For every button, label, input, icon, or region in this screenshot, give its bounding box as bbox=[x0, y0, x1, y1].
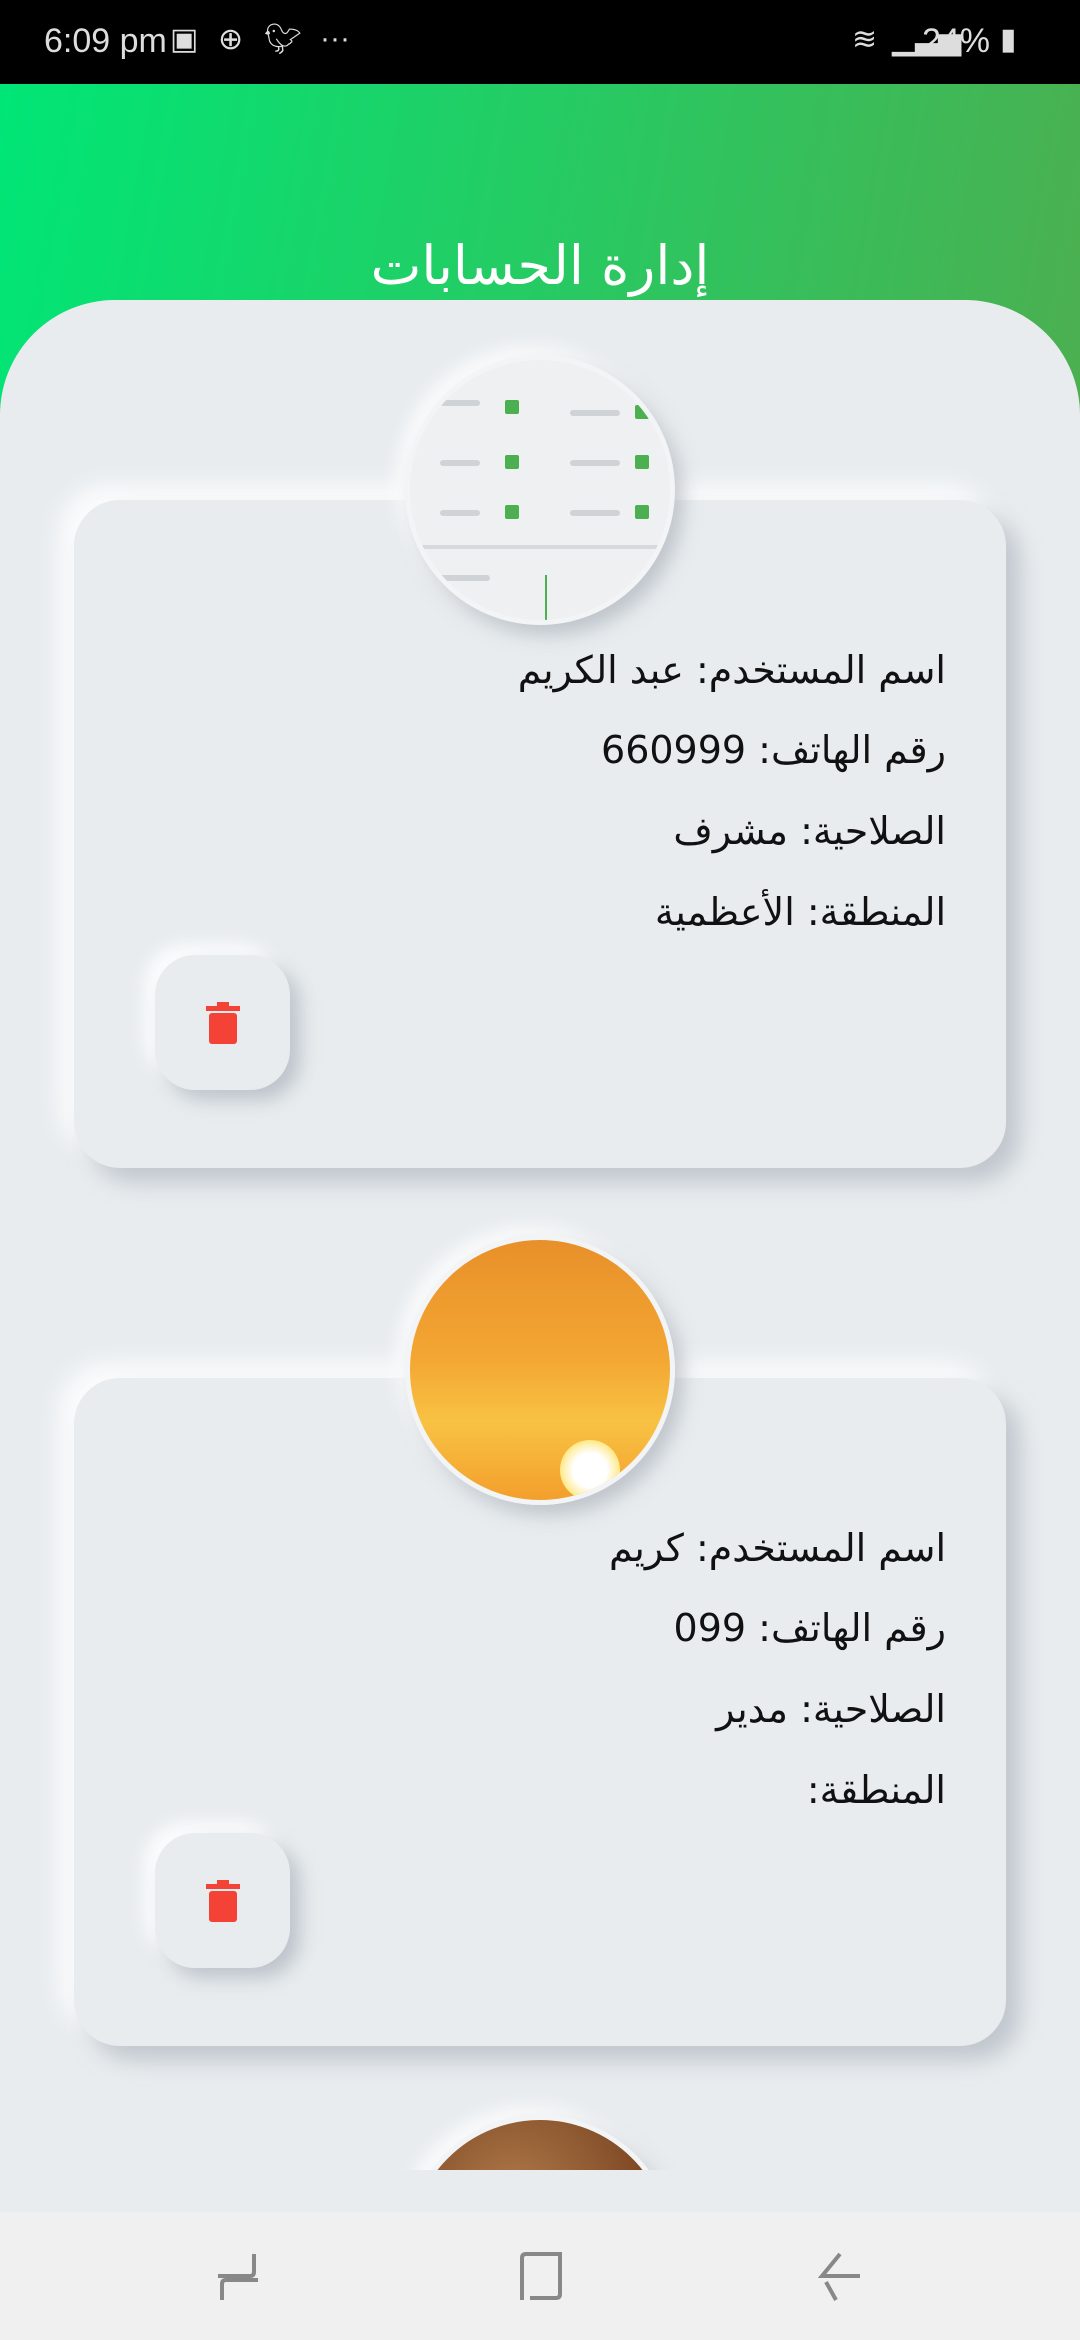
username-text: اسم المستخدم: كريم bbox=[608, 1526, 946, 1570]
trash-icon bbox=[205, 1001, 240, 1044]
region-text: المنطقة: الأعظمية bbox=[654, 890, 946, 934]
system-nav-bar bbox=[0, 2212, 1080, 2340]
trash-icon bbox=[205, 1879, 240, 1922]
delete-button[interactable] bbox=[155, 955, 290, 1090]
twitter-icon: 🐦︎ bbox=[264, 23, 303, 56]
battery-level: 24% bbox=[921, 22, 990, 60]
messenger-plus-icon: ⊕ bbox=[218, 23, 244, 56]
region-text: المنطقة: bbox=[806, 1768, 946, 1812]
image-icon: ▣ bbox=[170, 23, 199, 56]
recent-apps-icon[interactable] bbox=[216, 2252, 260, 2306]
more-dots-icon: ··· bbox=[320, 22, 350, 55]
back-icon[interactable] bbox=[817, 2252, 862, 2306]
accounts-list[interactable]: اسم المستخدم: عبد الكريم رقم الهاتف: 660… bbox=[0, 300, 1080, 2212]
account-avatar[interactable] bbox=[405, 355, 675, 625]
phone-text: رقم الهاتف: 660999 bbox=[601, 728, 946, 772]
sun-image bbox=[560, 1440, 620, 1500]
delete-button[interactable] bbox=[155, 1833, 290, 1968]
page-title: إدارة الحسابات bbox=[370, 234, 710, 297]
role-text: الصلاحية: مدير bbox=[716, 1687, 946, 1731]
role-text: الصلاحية: مشرف bbox=[673, 809, 946, 853]
status-time: 6:09 pm bbox=[44, 22, 167, 60]
account-avatar[interactable] bbox=[405, 1235, 675, 1505]
status-bar: 6:09 pm ▣ ⊕ 🐦︎ ··· ≋ ▁▃▅ 24% ▮ bbox=[0, 0, 1080, 84]
wifi-icon: ≋ bbox=[852, 23, 878, 56]
username-text: اسم المستخدم: عبد الكريم bbox=[517, 648, 946, 692]
battery-charging-icon: ▮ bbox=[1000, 23, 1017, 56]
phone-text: رقم الهاتف: 099 bbox=[673, 1606, 946, 1650]
home-icon[interactable] bbox=[518, 2252, 562, 2306]
